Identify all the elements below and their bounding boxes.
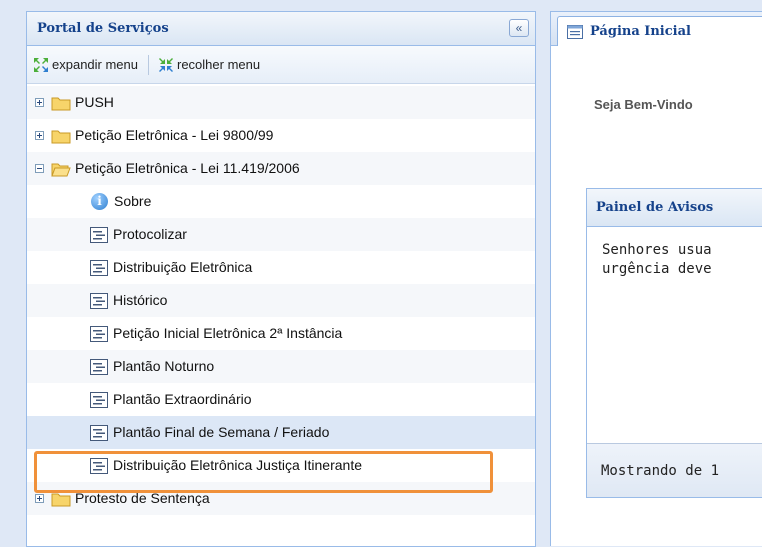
notice-footer: Mostrando de 1: [587, 443, 762, 497]
expand-toggle-icon[interactable]: [35, 494, 44, 503]
document-icon: [90, 259, 108, 276]
tree-node-label: Petição Eletrônica - Lei 11.419/2006: [75, 160, 300, 176]
tree-node-label: Protesto de Sentença: [75, 490, 210, 506]
tree-item-label: Distribuição Eletrônica Justiça Itineran…: [113, 457, 363, 473]
document-icon: [90, 325, 108, 342]
notice-line: Senhores usua: [602, 242, 712, 258]
panel-title: Portal de Serviços: [37, 21, 169, 36]
expand-arrows-icon: [34, 57, 48, 72]
document-icon: [90, 358, 108, 375]
folder-icon: [51, 130, 71, 143]
expand-menu-button[interactable]: expandir menu: [33, 57, 138, 73]
notice-title: Painel de Avisos: [596, 200, 714, 215]
notice-panel-header: Painel de Avisos: [587, 189, 762, 227]
double-chevron-left-icon: «: [515, 21, 523, 35]
notice-line: urgência deve: [602, 261, 712, 277]
folder-open-icon: [51, 163, 71, 176]
tree-item-label: Plantão Noturno: [113, 358, 215, 374]
expand-menu-label: expandir menu: [52, 57, 138, 72]
tree-node-label: Petição Eletrônica - Lei 9800/99: [75, 127, 274, 143]
tab-pagina-inicial[interactable]: Página Inicial: [557, 16, 762, 46]
tree-item-label: Sobre: [114, 193, 152, 209]
tree-item-peticao-inicial-2-instancia[interactable]: Petição Inicial Eletrônica 2ª Instância: [27, 317, 535, 350]
tree-item-plantao-extraordinario[interactable]: Plantão Extraordinário: [27, 383, 535, 416]
info-icon: i: [91, 193, 108, 210]
toolbar-separator: [148, 54, 149, 75]
tree-node-protesto-sentenca[interactable]: Protesto de Sentença: [27, 482, 535, 515]
tree-item-label: Histórico: [113, 292, 168, 308]
notice-panel: Painel de Avisos Senhores usua urgência …: [586, 188, 762, 498]
folder-icon: [51, 97, 71, 110]
welcome-text: Seja Bem-Vindo: [594, 97, 693, 112]
collapse-toggle-icon[interactable]: [35, 164, 44, 173]
tree-item-distribuicao-itinerante[interactable]: Distribuição Eletrônica Justiça Itineran…: [27, 449, 535, 482]
expand-toggle-icon[interactable]: [35, 131, 44, 140]
page-icon: [567, 24, 583, 39]
collapse-panel-button[interactable]: «: [509, 19, 529, 37]
tree-item-label: Protocolizar: [113, 226, 187, 242]
document-icon: [90, 391, 108, 408]
document-icon: [90, 292, 108, 309]
folder-icon: [51, 493, 71, 506]
tab-label: Página Inicial: [590, 24, 691, 39]
tree-item-distribuicao-eletronica[interactable]: Distribuição Eletrônica: [27, 251, 535, 284]
collapse-menu-button[interactable]: recolher menu: [158, 57, 260, 73]
expand-toggle-icon[interactable]: [35, 98, 44, 107]
menu-toolbar: expandir menu recolher menu: [27, 46, 535, 84]
portal-panel-header: Portal de Serviços «: [27, 12, 535, 46]
collapse-menu-label: recolher menu: [177, 57, 261, 72]
tree-item-protocolizar[interactable]: Protocolizar: [27, 218, 535, 251]
tree-item-label: Distribuição Eletrônica: [113, 259, 253, 275]
tree-item-plantao-noturno[interactable]: Plantão Noturno: [27, 350, 535, 383]
content-panel: Página Inicial Seja Bem-Vindo Painel de …: [550, 11, 762, 546]
document-icon: [90, 226, 108, 243]
document-icon: [90, 457, 108, 474]
tree-node-peticao-11419[interactable]: Petição Eletrônica - Lei 11.419/2006: [27, 152, 535, 185]
notice-body: Senhores usua urgência deve: [587, 227, 762, 279]
tree-item-label: Plantão Final de Semana / Feriado: [113, 424, 330, 440]
document-icon: [90, 424, 108, 441]
tab-strip: Página Inicial: [551, 12, 762, 46]
tree-node-label: PUSH: [75, 94, 114, 110]
tree-item-label: Plantão Extraordinário: [113, 391, 252, 407]
collapse-arrows-icon: [159, 57, 173, 72]
tree-item-label: Petição Inicial Eletrônica 2ª Instância: [113, 325, 343, 341]
tree-node-push[interactable]: PUSH: [27, 86, 535, 119]
service-tree: PUSH Petição Eletrônica - Lei 9800/99 Pe…: [27, 84, 535, 515]
tree-item-historico[interactable]: Histórico: [27, 284, 535, 317]
tree-node-peticao-9800[interactable]: Petição Eletrônica - Lei 9800/99: [27, 119, 535, 152]
tree-item-sobre[interactable]: i Sobre: [27, 185, 535, 218]
portal-panel: Portal de Serviços « expandir menu recol…: [26, 11, 536, 547]
tree-item-plantao-final-semana[interactable]: Plantão Final de Semana / Feriado: [27, 416, 535, 449]
